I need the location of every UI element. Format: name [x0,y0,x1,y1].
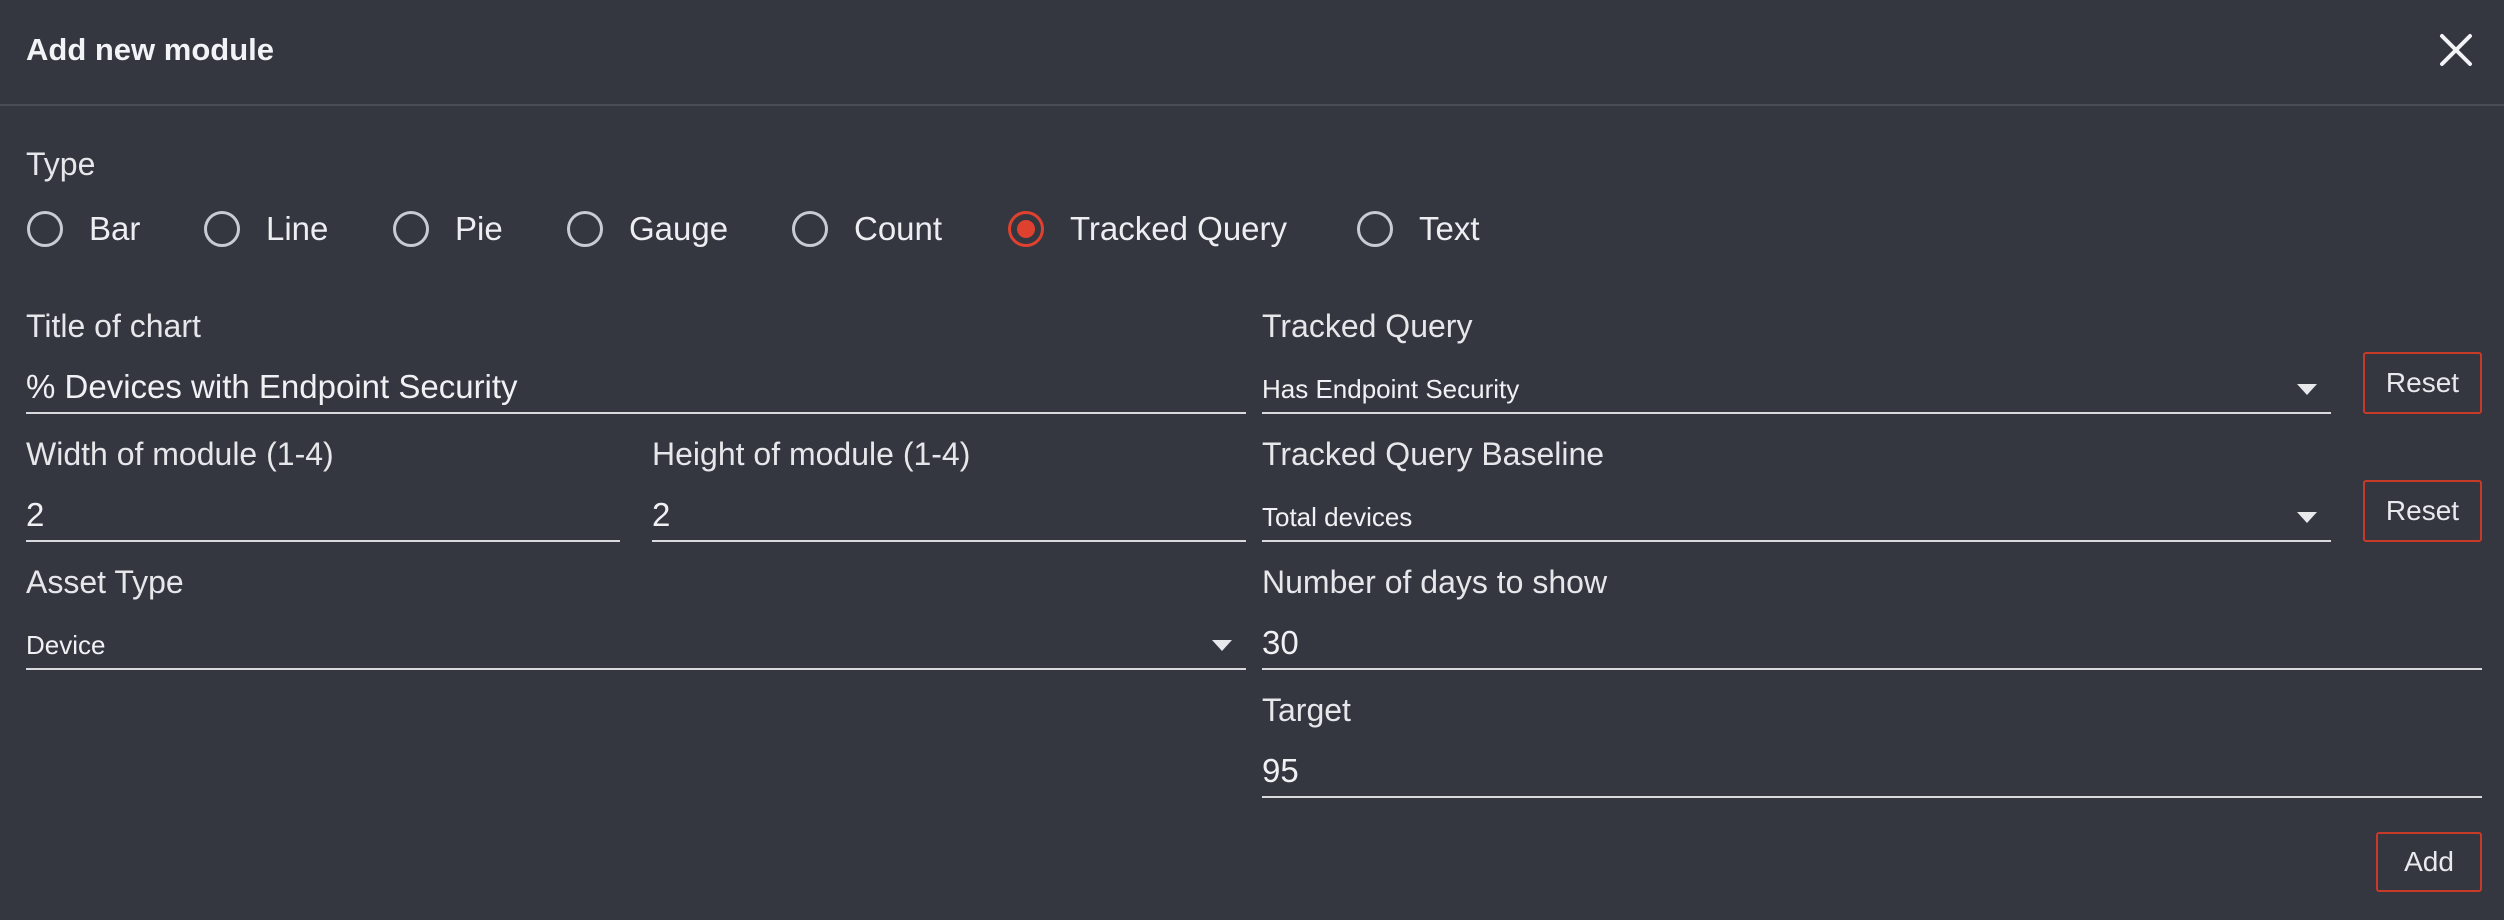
title-of-chart-input[interactable]: % Devices with Endpoint Security [26,364,1246,414]
width-label: Width of module (1-4) [26,436,334,472]
width-input[interactable]: 2 [26,492,620,542]
radio-button-selected[interactable] [1008,211,1044,247]
asset-type-select[interactable]: Device [26,620,1246,670]
radio-bar[interactable]: Bar [27,206,140,252]
asset-type-label: Asset Type [26,564,184,600]
height-value: 2 [652,496,671,533]
title-of-chart-value: % Devices with Endpoint Security [26,368,518,405]
type-label: Type [26,146,96,182]
radio-button[interactable] [393,211,429,247]
radio-pie[interactable]: Pie [393,206,503,252]
radio-count[interactable]: Count [792,206,942,252]
radio-button[interactable] [567,211,603,247]
height-input[interactable]: 2 [652,492,1246,542]
target-label: Target [1262,692,1351,728]
add-button[interactable]: Add [2376,832,2482,892]
tracked-query-baseline-value: Total devices [1262,502,1413,532]
title-of-chart-label: Title of chart [26,308,201,344]
radio-tracked-query[interactable]: Tracked Query [1008,206,1287,252]
radio-label-line: Line [266,210,329,247]
tracked-query-value: Has Endpoint Security [1262,374,1520,404]
caret-down-icon [1212,640,1232,651]
radio-button[interactable] [1357,211,1393,247]
radio-label-pie: Pie [455,210,503,247]
add-module-dialog: Add new module Type Bar Line Pie Gauge C… [0,0,2504,920]
radio-gauge[interactable]: Gauge [567,206,728,252]
asset-type-value: Device [26,630,106,660]
caret-down-icon [2297,384,2317,395]
dialog-header: Add new module [0,0,2504,106]
days-to-show-label: Number of days to show [1262,564,1608,600]
radio-text[interactable]: Text [1357,206,1480,252]
reset-tracked-query-button[interactable]: Reset [2363,352,2482,414]
target-input[interactable]: 95 [1262,748,2482,798]
radio-button[interactable] [792,211,828,247]
caret-down-icon [2297,512,2317,523]
radio-label-bar: Bar [89,210,141,247]
radio-label-count: Count [854,210,943,247]
reset-baseline-button[interactable]: Reset [2363,480,2482,542]
radio-label-gauge: Gauge [629,210,729,247]
dialog-title: Add new module [26,32,274,67]
radio-label-text: Text [1419,210,1480,247]
radio-line[interactable]: Line [204,206,328,252]
target-value: 95 [1262,752,1299,789]
radio-button[interactable] [27,211,63,247]
days-to-show-value: 30 [1262,624,1299,661]
close-icon[interactable] [2436,30,2476,70]
tracked-query-baseline-label: Tracked Query Baseline [1262,436,1605,472]
radio-label-tracked-query: Tracked Query [1070,210,1288,247]
days-to-show-input[interactable]: 30 [1262,620,2482,670]
tracked-query-label: Tracked Query [1262,308,1473,344]
tracked-query-baseline-select[interactable]: Total devices [1262,492,2331,542]
tracked-query-select[interactable]: Has Endpoint Security [1262,364,2331,414]
height-label: Height of module (1-4) [652,436,971,472]
width-value: 2 [26,496,45,533]
radio-button[interactable] [204,211,240,247]
